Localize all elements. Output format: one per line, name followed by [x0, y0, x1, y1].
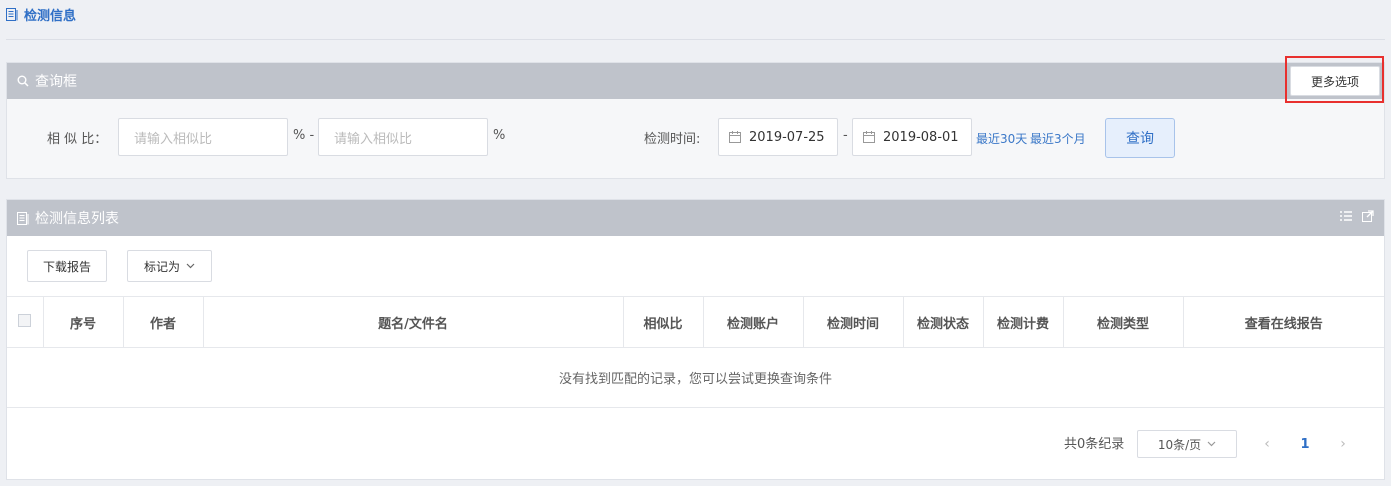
calendar-icon	[863, 131, 875, 143]
empty-row: 没有找到匹配的记录，您可以尝试更换查询条件	[7, 347, 1384, 408]
column-header-type[interactable]: 检测类型	[1063, 296, 1184, 348]
similarity-from-input[interactable]: 请输入相似比	[118, 118, 288, 156]
page-1-button[interactable]: 1	[1293, 430, 1317, 458]
page-header: 检测信息	[6, 0, 1385, 40]
page-title: 检测信息	[6, 5, 76, 24]
column-header-author[interactable]: 作者	[123, 296, 204, 348]
mark-as-dropdown[interactable]: 标记为	[127, 250, 212, 282]
column-header-account[interactable]: 检测账户	[703, 296, 804, 348]
date-to-input[interactable]: 2019-08-01	[852, 118, 972, 156]
list-panel: 检测信息列表 下载报告 标记为 序号 作者 题名/文件名 相似比 检测账户 检测…	[6, 199, 1385, 480]
pagination: 共0条纪录 10条/页 ‹ 1 ›	[7, 408, 1384, 478]
search-panel-header: 查询框 更多选项	[7, 63, 1384, 99]
mark-as-label: 标记为	[143, 259, 180, 274]
export-icon[interactable]	[1362, 210, 1374, 222]
list-toolbar: 下载报告 标记为	[7, 236, 1384, 296]
page-title-text: 检测信息	[24, 9, 77, 24]
search-form: 相 似 比： 请输入相似比 % - 请输入相似比 % 检测时间: 2019-07…	[7, 99, 1384, 179]
search-icon	[17, 75, 29, 87]
prev-page-button[interactable]: ‹	[1255, 430, 1279, 458]
highlight-box	[1285, 56, 1384, 103]
column-header-similarity[interactable]: 相似比	[623, 296, 704, 348]
quick-last-30-days-link[interactable]: 最近30天	[976, 130, 1027, 147]
quick-last-3-months-link[interactable]: 最近3个月	[1030, 130, 1086, 147]
column-header-status[interactable]: 检测状态	[903, 296, 984, 348]
column-header-online-report[interactable]: 查看在线报告	[1183, 296, 1384, 348]
list-panel-header: 检测信息列表	[7, 200, 1384, 236]
column-header-index[interactable]: 序号	[43, 296, 124, 348]
search-panel: 查询框 更多选项 相 似 比： 请输入相似比 % - 请输入相似比 % 检测时间…	[6, 62, 1385, 179]
column-header-title[interactable]: 题名/文件名	[203, 296, 624, 348]
calendar-icon	[729, 131, 741, 143]
download-report-button[interactable]: 下载报告	[27, 250, 107, 282]
date-to-value: 2019-08-01	[883, 129, 959, 145]
page-size-select[interactable]: 10条/页	[1137, 430, 1237, 458]
next-page-button[interactable]: ›	[1331, 430, 1355, 458]
select-all-checkbox-cell	[7, 296, 44, 348]
chevron-down-icon	[186, 263, 195, 269]
date-from-input[interactable]: 2019-07-25	[718, 118, 838, 156]
similarity-to-input[interactable]: 请输入相似比	[318, 118, 488, 156]
date-separator: -	[843, 128, 848, 143]
column-settings-icon[interactable]	[1340, 210, 1352, 222]
detection-table: 序号 作者 题名/文件名 相似比 检测账户 检测时间 检测状态 检测计费 检测类…	[7, 296, 1384, 408]
empty-message: 没有找到匹配的记录，您可以尝试更换查询条件	[7, 347, 1384, 408]
percent-dash-label: % -	[293, 128, 315, 143]
date-from-value: 2019-07-25	[749, 129, 825, 145]
percent-label: %	[493, 128, 506, 143]
table-header-row: 序号 作者 题名/文件名 相似比 检测账户 检测时间 检测状态 检测计费 检测类…	[7, 296, 1384, 348]
total-count: 共0条纪录	[1064, 437, 1125, 452]
document-icon	[17, 211, 29, 225]
column-header-time[interactable]: 检测时间	[803, 296, 904, 348]
query-button[interactable]: 查询	[1105, 118, 1175, 158]
select-all-checkbox[interactable]	[18, 313, 32, 327]
page-size-value: 10条/页	[1157, 437, 1202, 452]
similarity-label: 相 似 比：	[47, 132, 108, 147]
document-icon	[6, 8, 18, 21]
list-header-tools	[1340, 210, 1374, 222]
column-header-billing[interactable]: 检测计费	[983, 296, 1064, 348]
list-panel-title: 检测信息列表	[35, 211, 119, 227]
search-panel-title: 查询框	[35, 74, 77, 90]
chevron-down-icon	[1207, 441, 1216, 447]
time-label: 检测时间:	[644, 132, 701, 147]
